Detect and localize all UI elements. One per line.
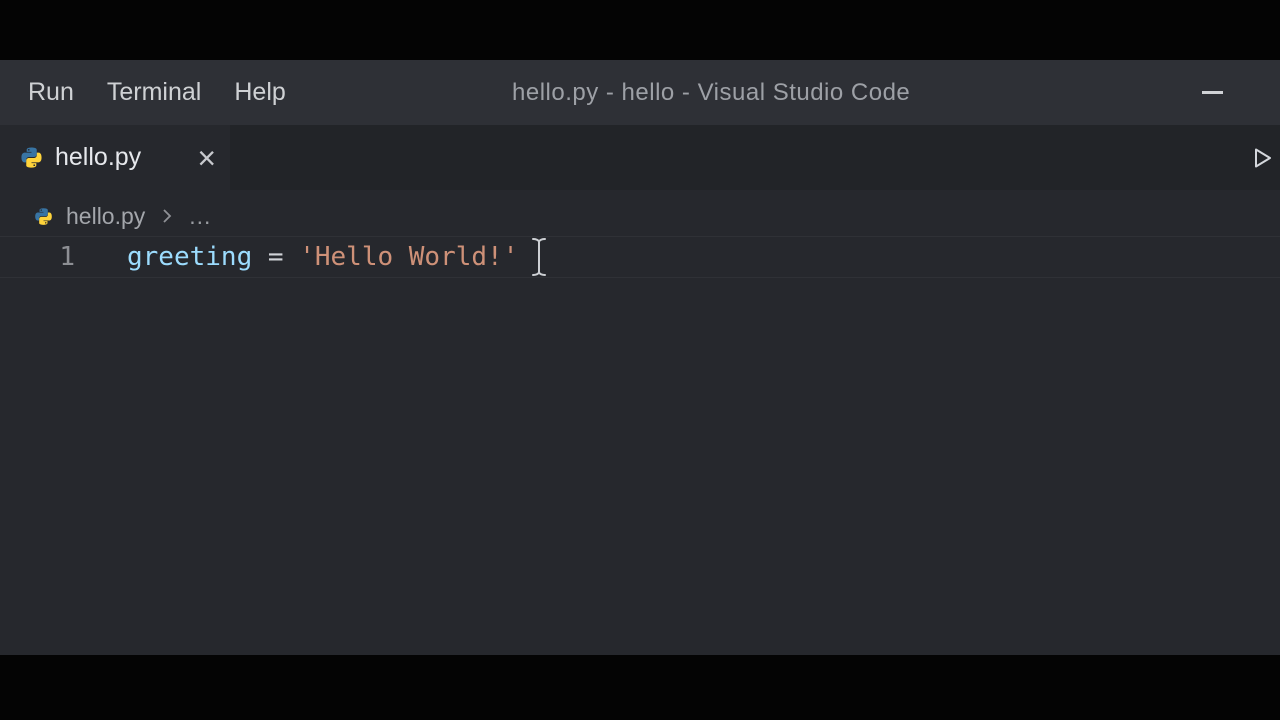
vscode-window: Run Terminal Help hello.py - hello - Vis… [0, 0, 1280, 720]
run-icon [1250, 146, 1274, 170]
text-cursor-ibeam [529, 237, 549, 282]
run-button[interactable] [1246, 125, 1278, 190]
python-icon-small [34, 207, 53, 226]
menu-bar: Run Terminal Help [28, 60, 286, 125]
minimize-button[interactable] [1194, 60, 1230, 125]
breadcrumb: hello.py ... [0, 198, 1280, 234]
tab-bar: hello.py × [0, 125, 1280, 190]
breadcrumb-symbol[interactable]: ... [189, 203, 211, 230]
editor-area[interactable]: hello.py ... 1 greeting = 'Hello World!' [0, 190, 1280, 655]
top-black-bar [0, 0, 1280, 60]
title-bar: Run Terminal Help hello.py - hello - Vis… [0, 60, 1280, 125]
token-string: 'Hello World!' [299, 242, 518, 272]
tab-hello-py[interactable]: hello.py × [0, 125, 230, 190]
python-icon [20, 146, 43, 169]
token-variable: greeting [127, 242, 252, 272]
menu-help[interactable]: Help [234, 78, 285, 107]
bottom-black-bar [0, 655, 1280, 720]
window-title: hello.py - hello - Visual Studio Code [512, 60, 910, 125]
minimize-icon [1202, 91, 1223, 94]
breadcrumb-file[interactable]: hello.py [66, 203, 145, 230]
menu-run[interactable]: Run [28, 78, 74, 107]
tab-label: hello.py [55, 143, 141, 172]
token-operator: = [252, 242, 299, 272]
menu-terminal[interactable]: Terminal [107, 78, 201, 107]
line-number: 1 [0, 242, 75, 272]
code-text: greeting = 'Hello World!' [127, 242, 518, 272]
code-line-1[interactable]: 1 greeting = 'Hello World!' [0, 236, 1280, 278]
chevron-right-icon [159, 206, 175, 226]
tab-close-icon[interactable]: × [197, 142, 216, 174]
